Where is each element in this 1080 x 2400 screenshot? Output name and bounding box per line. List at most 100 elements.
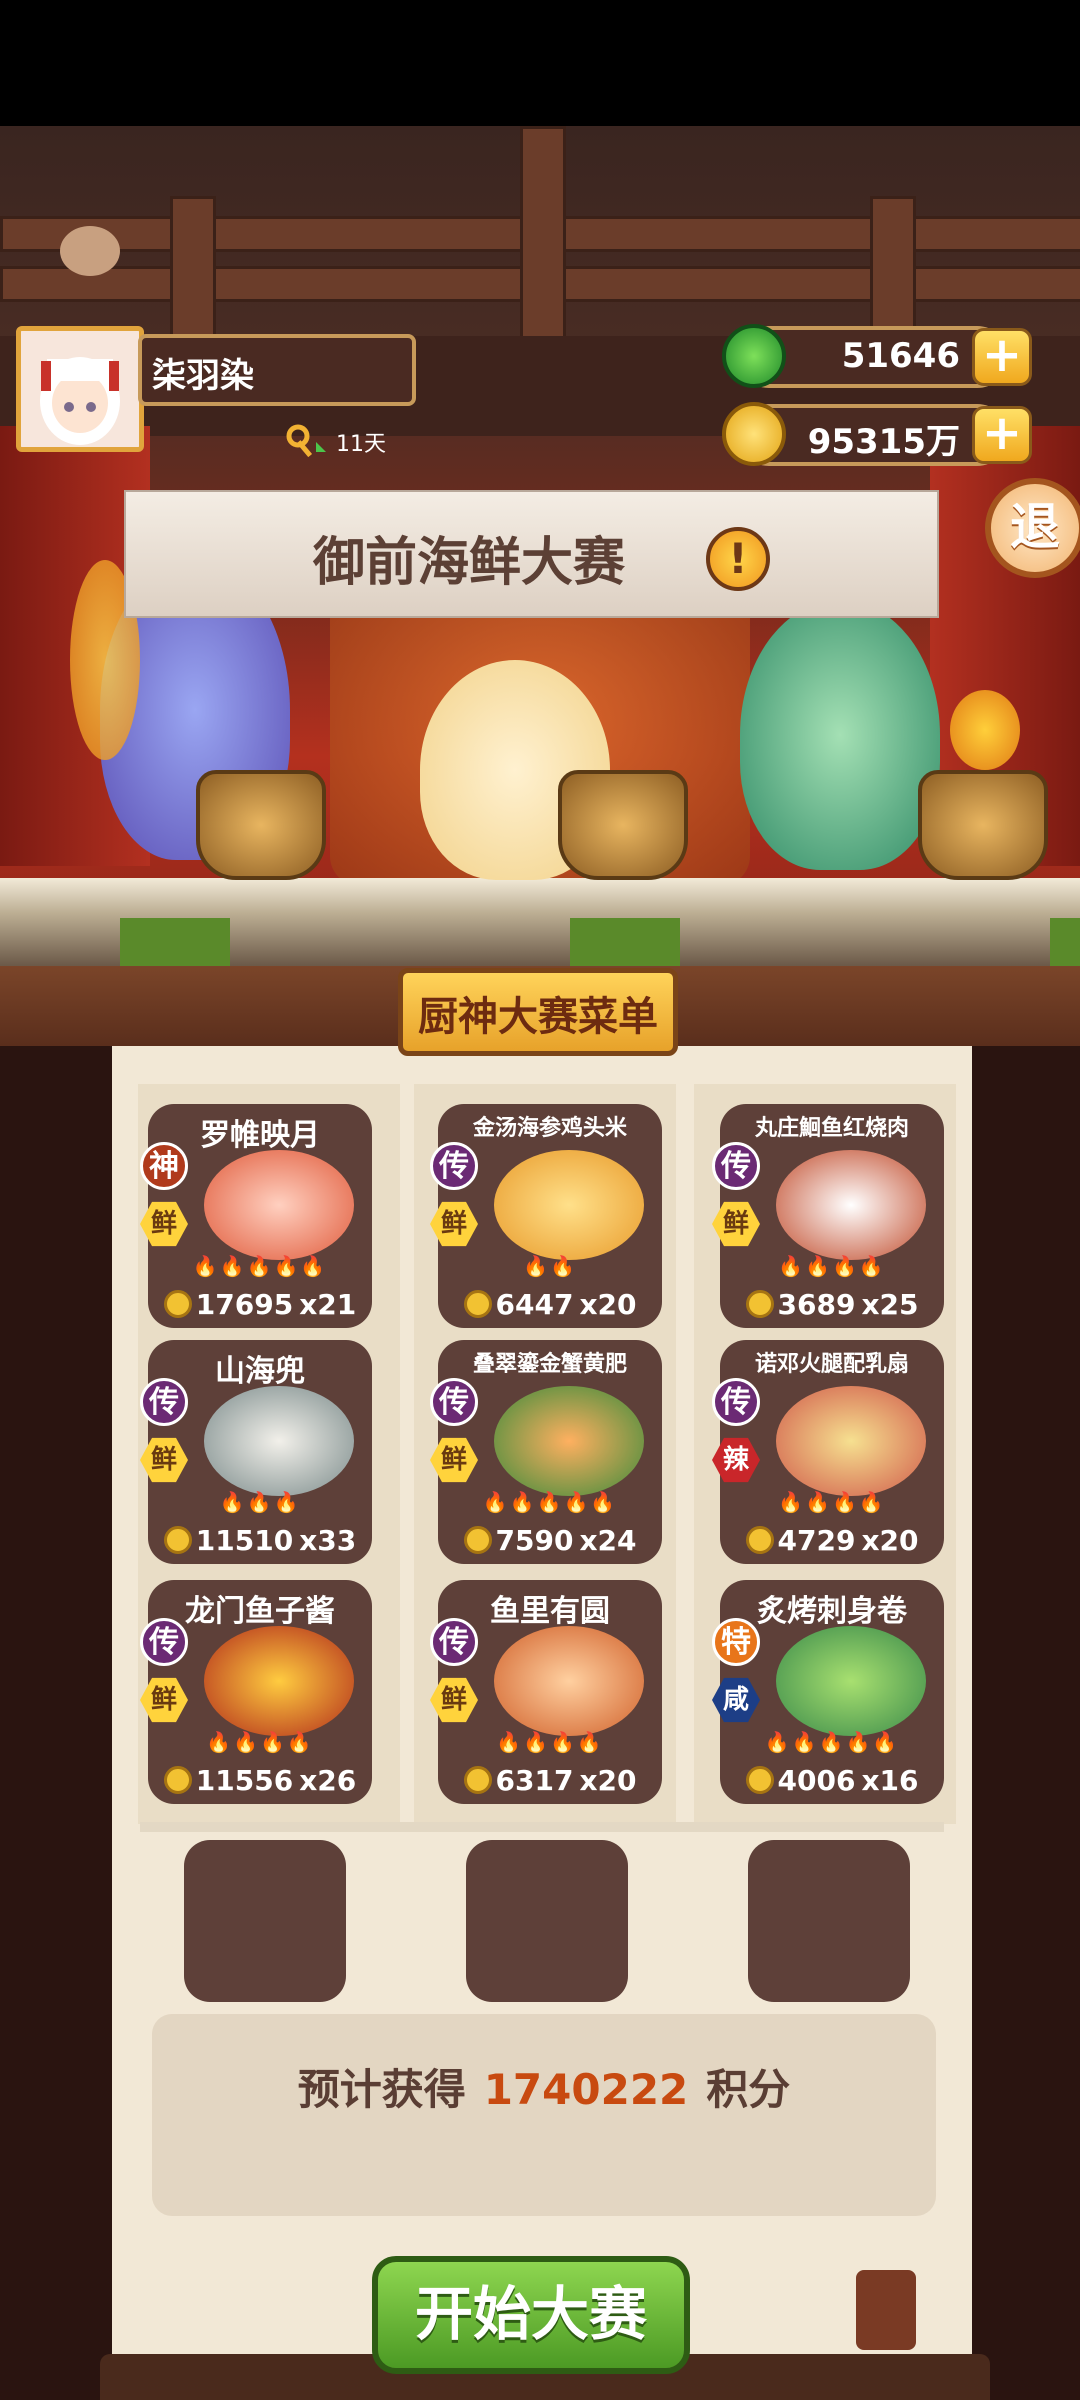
dish-quantity: x25 — [861, 1288, 919, 1321]
dish-rank-badge: 传 — [430, 1142, 478, 1190]
dish-image — [204, 1626, 354, 1736]
dish-price: 7590 x24 — [438, 1524, 662, 1557]
dish-price-value: 11510 — [195, 1524, 294, 1557]
score-suffix: 积分 — [706, 2065, 791, 2114]
dish-price: 3689 x25 — [720, 1288, 944, 1321]
dish-quantity: x21 — [299, 1288, 357, 1321]
dish-name: 罗帷映月 — [200, 1118, 320, 1153]
coin-icon — [463, 1526, 492, 1554]
dish-heat-flames: 🔥🔥🔥🔥🔥 — [764, 1730, 900, 1754]
coin-icon — [163, 1526, 192, 1554]
dish-name: 丸庄鮰鱼红烧肉 — [754, 1116, 909, 1141]
info-alert-icon[interactable]: ! — [706, 527, 770, 591]
dish-quantity: x20 — [579, 1288, 637, 1321]
dish-quantity: x20 — [861, 1524, 919, 1557]
score-prefix: 预计获得 — [297, 2065, 466, 2114]
coin-icon — [463, 1290, 492, 1318]
cooking-pot — [196, 770, 326, 880]
key-days: 11天 — [336, 432, 386, 457]
dish-image — [494, 1150, 644, 1260]
dish-price-value: 6317 — [495, 1764, 574, 1797]
dish-rank-badge: 传 — [430, 1378, 478, 1426]
stage-pillar — [570, 918, 680, 966]
dish-price-value: 11556 — [195, 1764, 294, 1797]
menu-divider — [140, 1822, 944, 1832]
empty-dish-slot[interactable] — [466, 1840, 628, 2002]
dish-card[interactable]: 丸庄鮰鱼红烧肉传鲜 🔥🔥🔥🔥 3689 x25 — [712, 1104, 944, 1328]
coin-icon — [745, 1766, 774, 1794]
dish-flavor-tag: 鲜 — [712, 1201, 760, 1247]
dish-price: 11510 x33 — [148, 1524, 372, 1557]
bird-decoration — [60, 226, 120, 276]
cooking-pot — [918, 770, 1048, 880]
dish-price-value: 3689 — [777, 1288, 856, 1321]
dish-card[interactable]: 山海兜传鲜 🔥🔥🔥 11510 x33 — [140, 1340, 372, 1564]
dish-rank-badge: 传 — [140, 1378, 188, 1426]
add-coin-button[interactable]: + — [972, 406, 1032, 464]
dish-card[interactable]: 罗帷映月神鲜 🔥🔥🔥🔥🔥 17695 x21 — [140, 1104, 372, 1328]
player-name: 柒羽染 — [152, 356, 254, 396]
dish-rank-badge: 传 — [712, 1378, 760, 1426]
dish-price-value: 17695 — [195, 1288, 294, 1321]
dish-quantity: x24 — [579, 1524, 637, 1557]
dish-price: 4006 x16 — [720, 1764, 944, 1797]
score-estimate: 预计获得 1740222 积分 — [152, 2056, 936, 2117]
stage-pillar — [120, 918, 230, 966]
dish-flavor-tag: 辣 — [712, 1437, 760, 1483]
dish-flavor-tag: 鲜 — [140, 1677, 188, 1723]
dish-card[interactable]: 金汤海参鸡头米传鲜 🔥🔥 6447 x20 — [430, 1104, 662, 1328]
dish-heat-flames: 🔥🔥🔥🔥 — [778, 1490, 886, 1514]
dish-name: 鱼里有圆 — [490, 1594, 610, 1629]
dish-flavor-tag: 鲜 — [430, 1437, 478, 1483]
dish-rank-badge: 特 — [712, 1618, 760, 1666]
dish-heat-flames: 🔥🔥🔥 — [219, 1490, 301, 1514]
score-value: 1740222 — [483, 2065, 689, 2114]
empty-dish-slot[interactable] — [184, 1840, 346, 2002]
dish-image — [776, 1150, 926, 1260]
dish-name: 诺邓火腿配乳扇 — [754, 1352, 909, 1377]
rival-chef-right[interactable] — [740, 600, 940, 870]
dish-image — [776, 1626, 926, 1736]
dish-quantity: x33 — [299, 1524, 357, 1557]
dish-card[interactable]: 鱼里有圆传鲜 🔥🔥🔥🔥 6317 x20 — [430, 1580, 662, 1804]
dish-quantity: x20 — [579, 1764, 637, 1797]
lantern-decoration — [950, 690, 1020, 770]
dish-flavor-tag: 鲜 — [430, 1201, 478, 1247]
dish-card[interactable]: 叠翠鎏金蟹黄肥传鲜 🔥🔥🔥🔥🔥 7590 x24 — [430, 1340, 662, 1564]
coin-amount: 95315万 — [807, 422, 960, 462]
dish-card[interactable]: 诺邓火腿配乳扇传辣 🔥🔥🔥🔥 4729 x20 — [712, 1340, 944, 1564]
exit-button[interactable]: 退 — [985, 478, 1080, 578]
dish-image — [494, 1386, 644, 1496]
start-contest-button[interactable]: 开始大赛 — [372, 2256, 690, 2374]
dish-card[interactable]: 炙烤刺身卷特咸 🔥🔥🔥🔥🔥 4006 x16 — [712, 1580, 944, 1804]
coin-icon — [745, 1526, 774, 1554]
key-status[interactable]: 11天 — [286, 424, 386, 460]
coin-icon — [745, 1290, 774, 1318]
dish-image — [494, 1626, 644, 1736]
dish-price: 6447 x20 — [438, 1288, 662, 1321]
coin-icon — [463, 1766, 492, 1794]
dish-name: 龙门鱼子酱 — [185, 1594, 335, 1629]
dish-quantity: x26 — [299, 1764, 357, 1797]
dish-flavor-tag: 鲜 — [430, 1677, 478, 1723]
stage-pillar — [1050, 918, 1080, 966]
dish-rank-badge: 传 — [140, 1618, 188, 1666]
dish-price-value: 4006 — [777, 1764, 856, 1797]
dish-image — [776, 1386, 926, 1496]
dish-name: 炙烤刺身卷 — [757, 1594, 907, 1629]
dish-rank-badge: 传 — [430, 1618, 478, 1666]
dish-price-value: 4729 — [777, 1524, 856, 1557]
dish-heat-flames: 🔥🔥🔥🔥 — [206, 1730, 314, 1754]
dish-heat-flames: 🔥🔥 — [523, 1254, 577, 1278]
empty-dish-slot[interactable] — [748, 1840, 910, 2002]
roof-post — [520, 126, 566, 342]
dish-image — [204, 1386, 354, 1496]
dish-price: 17695 x21 — [148, 1288, 372, 1321]
dish-card[interactable]: 龙门鱼子酱传鲜 🔥🔥🔥🔥 11556 x26 — [140, 1580, 372, 1804]
add-jade-button[interactable]: + — [972, 328, 1032, 386]
dish-name: 山海兜 — [215, 1354, 305, 1389]
dish-heat-flames: 🔥🔥🔥🔥🔥 — [192, 1254, 328, 1278]
key-icon — [286, 424, 326, 458]
utensil-jar — [856, 2270, 916, 2350]
player-avatar[interactable] — [16, 326, 144, 452]
